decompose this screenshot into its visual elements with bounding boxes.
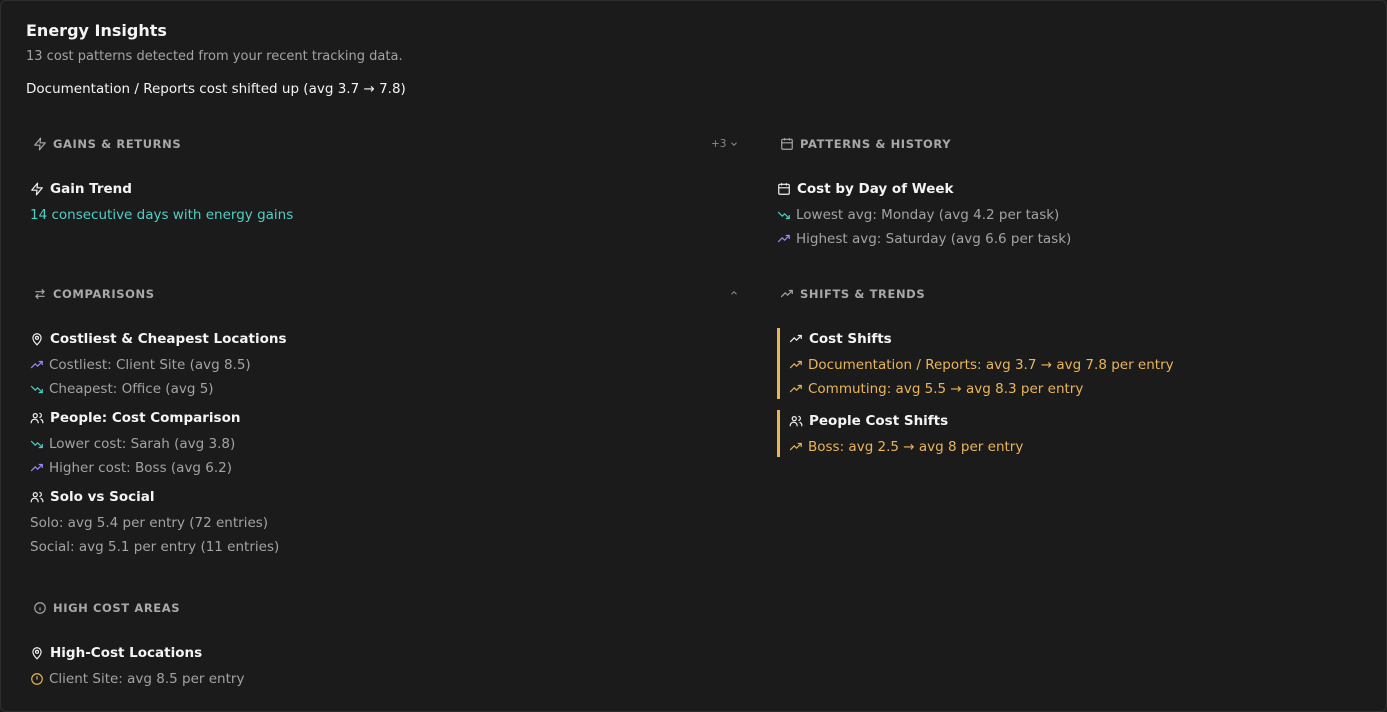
map-pin-icon xyxy=(32,647,42,660)
zap-icon xyxy=(34,137,46,151)
cost-shifts-card: Cost Shifts Documentation / Reports: avg… xyxy=(777,328,1174,399)
section-title: COMPARISONS xyxy=(53,287,155,301)
section-title: GAINS & RETURNS xyxy=(53,137,182,151)
section-header-patterns[interactable]: PATTERNS & HISTORY xyxy=(780,137,951,151)
info-icon xyxy=(34,602,46,614)
trend-up-icon xyxy=(789,384,802,393)
card-title: Gain Trend xyxy=(50,181,132,197)
cheapest-location-text: Cheapest: Office (avg 5) xyxy=(49,381,214,397)
zap-icon xyxy=(31,182,43,196)
trend-up-icon xyxy=(30,360,43,369)
section-header-high-cost[interactable]: HIGH COST AREAS xyxy=(33,601,180,615)
arrows-exchange-icon xyxy=(35,288,45,300)
chevron-up-icon xyxy=(731,291,737,295)
insights-panel: Energy Insights 13 cost patterns detecte… xyxy=(0,0,1387,712)
lowest-day-text: Lowest avg: Monday (avg 4.2 per task) xyxy=(796,207,1060,223)
highest-day-text: Highest avg: Saturday (avg 6.6 per task) xyxy=(796,231,1072,247)
users-icon xyxy=(30,412,44,424)
card-title: People Cost Shifts xyxy=(809,413,949,429)
section-title: HIGH COST AREAS xyxy=(53,601,181,615)
trend-up-icon xyxy=(30,463,43,472)
users-icon xyxy=(789,415,803,427)
high-cost-locations-card: High-Cost Locations Client Site: avg 8.5… xyxy=(30,644,244,691)
trend-up-icon xyxy=(789,360,802,369)
people-shifts-card: People Cost Shifts Boss: avg 2.5 → avg 8… xyxy=(777,410,1023,457)
costliest-location-text: Costliest: Client Site (avg 8.5) xyxy=(49,357,251,373)
comparisons-cards: Costliest & Cheapest Locations Costliest… xyxy=(30,330,287,559)
trend-down-icon xyxy=(30,440,43,449)
users-icon xyxy=(30,491,44,503)
gain-trend-text: 14 consecutive days with energy gains xyxy=(30,207,294,223)
higher-cost-person-text: Higher cost: Boss (avg 6.2) xyxy=(49,460,233,476)
calendar-icon xyxy=(781,138,793,150)
card-title: High-Cost Locations xyxy=(50,645,203,661)
lower-cost-person-text: Lower cost: Sarah (avg 3.8) xyxy=(49,436,236,452)
alert-circle-icon xyxy=(31,673,43,685)
gain-trend-card: Gain Trend 14 consecutive days with ener… xyxy=(30,180,293,227)
page-title: Energy Insights xyxy=(26,21,167,40)
trend-down-icon xyxy=(777,211,790,220)
trend-up-icon xyxy=(780,289,793,298)
people-shift-text: Boss: avg 2.5 → avg 8 per entry xyxy=(808,439,1024,455)
section-title: SHIFTS & TRENDS xyxy=(800,287,926,301)
card-title: Cost Shifts xyxy=(809,331,892,347)
section-header-gains[interactable]: GAINS & RETURNS xyxy=(33,137,181,151)
high-cost-location-text: Client Site: avg 8.5 per entry xyxy=(49,671,245,687)
card-title: Costliest & Cheapest Locations xyxy=(50,331,287,347)
shift-text: Commuting: avg 5.5 → avg 8.3 per entry xyxy=(808,381,1084,397)
card-title: Solo vs Social xyxy=(50,489,155,505)
expand-more-button[interactable]: +3 xyxy=(711,138,739,150)
card-title: Cost by Day of Week xyxy=(797,181,954,197)
chevron-down-icon xyxy=(731,142,738,146)
solo-text: Solo: avg 5.4 per entry (72 entries) xyxy=(30,515,269,531)
section-header-shifts[interactable]: SHIFTS & TRENDS xyxy=(780,287,925,301)
headline-insight: Documentation / Reports cost shifted up … xyxy=(26,81,406,97)
map-pin-icon xyxy=(32,333,42,346)
trend-up-icon xyxy=(777,234,790,243)
trend-down-icon xyxy=(30,385,43,394)
page-subtitle: 13 cost patterns detected from your rece… xyxy=(26,49,403,64)
collapse-button[interactable] xyxy=(729,288,739,298)
trend-up-icon xyxy=(789,334,802,343)
more-count: +3 xyxy=(711,138,727,150)
card-title: People: Cost Comparison xyxy=(50,410,241,426)
social-text: Social: avg 5.1 per entry (11 entries) xyxy=(30,539,280,555)
day-of-week-card: Cost by Day of Week Lowest avg: Monday (… xyxy=(777,180,1071,251)
section-title: PATTERNS & HISTORY xyxy=(800,137,952,151)
trend-up-icon xyxy=(789,442,802,451)
calendar-icon xyxy=(778,183,790,195)
section-header-comparisons[interactable]: COMPARISONS xyxy=(33,287,155,301)
shift-text: Documentation / Reports: avg 3.7 → avg 7… xyxy=(808,357,1174,373)
